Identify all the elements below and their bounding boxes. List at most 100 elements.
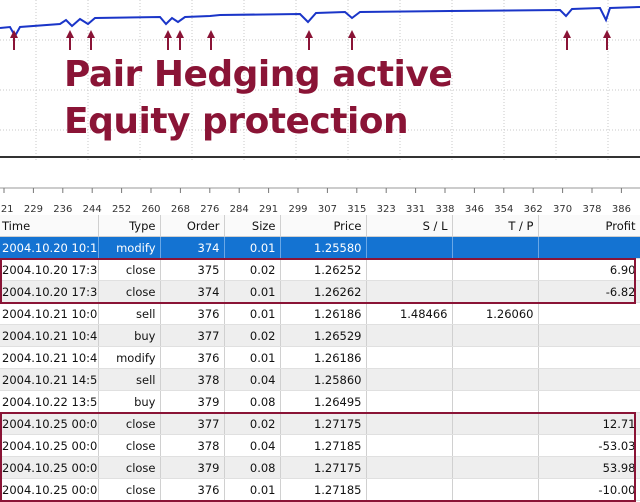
cell-profit <box>538 368 640 391</box>
table-row[interactable]: 2004.10.22 13:56 buy 379 0.08 1.26495 <box>0 390 640 413</box>
event-arrow-head <box>305 30 313 38</box>
cell-sl <box>366 434 453 457</box>
event-arrow-head <box>164 30 172 38</box>
cell-size: 0.04 <box>224 434 281 457</box>
cell-order: 374 <box>160 280 225 303</box>
cell-size: 0.02 <box>224 324 281 347</box>
cell-size: 0.01 <box>224 346 281 369</box>
table-row[interactable]: 2004.10.21 10:40 buy 377 0.02 1.26529 <box>0 324 640 347</box>
table-row[interactable]: 2004.10.21 10:00 sell 376 0.01 1.26186 1.4846… <box>0 302 640 325</box>
cell-profit <box>538 302 640 325</box>
cell-sl <box>366 390 453 413</box>
equity-chart: 221 229 236 244 252 260 268 276 284 291 299 307 315 3… <box>0 0 640 215</box>
cell-type: close <box>98 412 161 435</box>
table-row[interactable]: 2004.10.20 10:15 modify 374 0.01 1.25580 <box>0 236 640 259</box>
cell-order: 378 <box>160 434 225 457</box>
cell-sl <box>366 346 453 369</box>
table-row[interactable]: 2004.10.21 14:58 sell 378 0.04 1.25860 <box>0 368 640 391</box>
cell-price: 1.27175 <box>280 412 367 435</box>
axis-tick-label: 323 <box>377 204 396 215</box>
axis-tick-label: 244 <box>83 204 102 215</box>
column-header-profit[interactable]: Profit <box>538 215 640 237</box>
column-header-tp[interactable]: T / P <box>452 215 539 237</box>
axis-tick-label: 276 <box>200 204 219 215</box>
cell-tp <box>452 236 539 259</box>
column-header-size[interactable]: Size <box>224 215 281 237</box>
cell-sl <box>366 412 453 435</box>
cell-type: close <box>98 280 161 303</box>
cell-tp <box>452 390 539 413</box>
axis-tick-label: 221 <box>0 204 14 215</box>
cell-sl <box>366 236 453 259</box>
axis-tick-label: 346 <box>465 204 484 215</box>
axis-tick-label: 252 <box>112 204 131 215</box>
cell-order: 376 <box>160 302 225 325</box>
axis-tick-label: 386 <box>612 204 631 215</box>
table-row[interactable]: 2004.10.25 00:00 close 379 0.08 1.27175 53.98 <box>0 456 640 479</box>
cell-type: buy <box>98 324 161 347</box>
cell-time: 2004.10.25 00:00 <box>0 434 99 457</box>
cell-profit: 12.71 <box>538 412 640 435</box>
cell-order: 377 <box>160 412 225 435</box>
table-row[interactable]: 2004.10.25 00:00 close 376 0.01 1.27185 -10.0… <box>0 478 640 501</box>
table-row[interactable]: 2004.10.25 00:00 close 378 0.04 1.27185 -53.0… <box>0 434 640 457</box>
cell-type: modify <box>98 236 161 259</box>
cell-type: sell <box>98 302 161 325</box>
cell-profit <box>538 324 640 347</box>
cell-order: 376 <box>160 346 225 369</box>
cell-time: 2004.10.20 10:15 <box>0 236 99 259</box>
cell-price: 1.26186 <box>280 302 367 325</box>
axis-tick-label: 260 <box>141 204 160 215</box>
cell-price: 1.27185 <box>280 478 367 501</box>
cell-profit: -10.00 <box>538 478 640 501</box>
column-header-time[interactable]: Time <box>0 215 99 237</box>
column-header-price[interactable]: Price <box>280 215 367 237</box>
event-arrow-head <box>563 30 571 38</box>
trade-history-table: Time Type Order Size Price S / L T / P P… <box>0 215 640 501</box>
cell-time: 2004.10.21 10:40 <box>0 346 99 369</box>
cell-order: 374 <box>160 236 225 259</box>
cell-tp <box>452 478 539 501</box>
axis-tick-label: 229 <box>24 204 43 215</box>
cell-profit: 6.90 <box>538 258 640 281</box>
cell-time: 2004.10.21 10:40 <box>0 324 99 347</box>
cell-type: close <box>98 258 161 281</box>
cell-price: 1.25860 <box>280 368 367 391</box>
cell-size: 0.01 <box>224 302 281 325</box>
table-row[interactable]: 2004.10.25 00:00 close 377 0.02 1.27175 12.71 <box>0 412 640 435</box>
axis-tick-label: 378 <box>582 204 601 215</box>
cell-time: 2004.10.20 17:32 <box>0 280 99 303</box>
axis-tick-label: 236 <box>53 204 72 215</box>
column-header-sl[interactable]: S / L <box>366 215 453 237</box>
cell-time: 2004.10.20 17:32 <box>0 258 99 281</box>
axis-tick-label: 268 <box>171 204 190 215</box>
axis-tick-label: 362 <box>524 204 543 215</box>
cell-order: 375 <box>160 258 225 281</box>
table-row[interactable]: 2004.10.21 10:40 modify 376 0.01 1.26186 <box>0 346 640 369</box>
cell-price: 1.27185 <box>280 434 367 457</box>
cell-type: sell <box>98 368 161 391</box>
cell-size: 0.08 <box>224 390 281 413</box>
cell-profit: 53.98 <box>538 456 640 479</box>
axis-tick-label: 338 <box>435 204 454 215</box>
cell-sl <box>366 456 453 479</box>
table-header-row: Time Type Order Size Price S / L T / P P… <box>0 215 640 237</box>
cell-profit <box>538 236 640 259</box>
cell-order: 378 <box>160 368 225 391</box>
cell-tp <box>452 346 539 369</box>
cell-price: 1.26262 <box>280 280 367 303</box>
table-row[interactable]: 2004.10.20 17:32 close 374 0.01 1.26262 -6.82 <box>0 280 640 303</box>
column-header-type[interactable]: Type <box>98 215 161 237</box>
event-arrow-head <box>66 30 74 38</box>
cell-profit: -6.82 <box>538 280 640 303</box>
equity-line <box>0 6 640 39</box>
axis-tick-label: 315 <box>347 204 366 215</box>
axis-tick-label: 291 <box>259 204 278 215</box>
cell-size: 0.04 <box>224 368 281 391</box>
table-row[interactable]: 2004.10.20 17:32 close 375 0.02 1.26252 6.90 <box>0 258 640 281</box>
event-arrow-head <box>176 30 184 38</box>
cell-time: 2004.10.25 00:00 <box>0 412 99 435</box>
event-arrow-head <box>207 30 215 38</box>
cell-sl <box>366 280 453 303</box>
column-header-order[interactable]: Order <box>160 215 225 237</box>
